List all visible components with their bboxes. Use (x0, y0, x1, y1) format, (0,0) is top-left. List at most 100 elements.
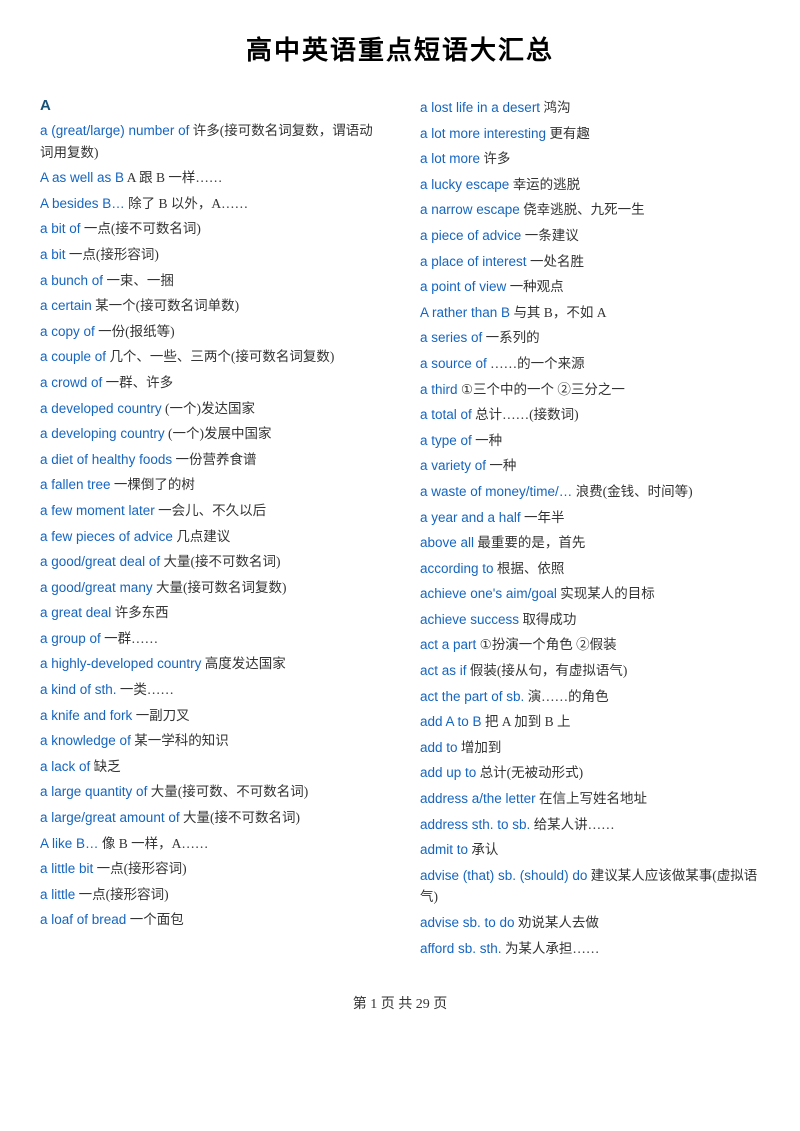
right-entry-17: above all 最重要的是，首先 (420, 532, 760, 554)
entry-en: advise (that) sb. (should) do (420, 868, 587, 883)
entry-zh: 一种观点 (510, 279, 564, 294)
right-entry-15: a waste of money/time/… 浪费(金钱、时间等) (420, 481, 760, 503)
entry-zh: 把 A 加到 B 上 (485, 714, 571, 729)
left-entry-27: A like B… 像 B 一样，A…… (40, 833, 380, 855)
left-entry-14: a few moment later 一会儿、不久以后 (40, 500, 380, 522)
entry-en: act the part of sb. (420, 689, 524, 704)
entry-en: achieve one's aim/goal (420, 586, 557, 601)
entry-zh: 一类…… (120, 682, 174, 697)
entry-zh: 几点建议 (176, 529, 230, 544)
entry-en: a group of (40, 631, 101, 646)
entry-en: address a/the letter (420, 791, 536, 806)
entry-zh: ①三个中的一个 ②三分之一 (461, 382, 625, 397)
entry-en: a large/great amount of (40, 810, 180, 825)
left-entries: a (great/large) number of 许多(接可数名词复数，谓语动… (40, 120, 380, 931)
left-entry-11: a developing country (一个)发展中国家 (40, 423, 380, 445)
entry-zh: 一点(接形容词) (97, 861, 187, 876)
entry-en: a bunch of (40, 273, 103, 288)
entry-zh: ……的一个来源 (490, 356, 585, 371)
entry-zh: 一种 (475, 433, 502, 448)
entry-en: a lot more (420, 151, 480, 166)
left-entry-28: a little bit 一点(接形容词) (40, 858, 380, 880)
entry-en: a great deal (40, 605, 111, 620)
entry-en: a good/great many (40, 580, 153, 595)
entry-zh: 最重要的是，首先 (477, 535, 585, 550)
entry-en: a lot more interesting (420, 126, 546, 141)
entry-zh: 某一学科的知识 (134, 733, 229, 748)
page: 高中英语重点短语大汇总 A a (great/large) number of … (0, 0, 800, 1131)
entry-en: a diet of healthy foods (40, 452, 172, 467)
entry-en: a kind of sth. (40, 682, 117, 697)
entry-en: A like B… (40, 836, 99, 851)
left-entry-8: a couple of 几个、一些、三两个(接可数名词复数) (40, 346, 380, 368)
left-entry-10: a developed country (一个)发达国家 (40, 398, 380, 420)
right-entry-29: admit to 承认 (420, 839, 760, 861)
left-entry-2: A besides B… 除了 B 以外，A…… (40, 193, 380, 215)
right-entry-14: a variety of 一种 (420, 455, 760, 477)
entry-zh: 一点(接不可数名词) (84, 221, 201, 236)
left-entry-1: A as well as B A 跟 B 一样…… (40, 167, 380, 189)
right-entry-13: a type of 一种 (420, 430, 760, 452)
entry-zh: 幸运的逃脱 (513, 177, 581, 192)
left-entry-0: a (great/large) number of 许多(接可数名词复数，谓语动… (40, 120, 380, 163)
entry-en: a lucky escape (420, 177, 509, 192)
left-entry-17: a good/great many 大量(接可数名词复数) (40, 577, 380, 599)
entry-en: a variety of (420, 458, 486, 473)
entry-en: add to (420, 740, 458, 755)
entry-zh: 与其 B，不如 A (513, 305, 606, 320)
entry-en: a total of (420, 407, 472, 422)
entry-en: a crowd of (40, 375, 102, 390)
left-entry-5: a bunch of 一束、一捆 (40, 270, 380, 292)
entry-en: a waste of money/time/… (420, 484, 572, 499)
entry-en: a bit (40, 247, 66, 262)
entry-zh: 像 B 一样，A…… (102, 836, 209, 851)
entry-zh: 许多 (483, 151, 510, 166)
entry-en: according to (420, 561, 494, 576)
footer: 第 1 页 共 29 页 (40, 993, 760, 1013)
entry-zh: 假装(接从句，有虚拟语气) (470, 663, 628, 678)
entry-zh: (一个)发达国家 (165, 401, 255, 416)
left-entry-7: a copy of 一份(报纸等) (40, 321, 380, 343)
left-entry-16: a good/great deal of 大量(接不可数名词) (40, 551, 380, 573)
entry-en: act as if (420, 663, 467, 678)
left-entry-4: a bit 一点(接形容词) (40, 244, 380, 266)
right-entry-22: act as if 假装(接从句，有虚拟语气) (420, 660, 760, 682)
entry-zh: 实现某人的目标 (560, 586, 655, 601)
entry-en: a copy of (40, 324, 95, 339)
entry-zh: 浪费(金钱、时间等) (576, 484, 693, 499)
entry-en: A as well as B (40, 170, 124, 185)
right-entry-6: a place of interest 一处名胜 (420, 251, 760, 273)
entry-en: a place of interest (420, 254, 527, 269)
right-entry-5: a piece of advice 一条建议 (420, 225, 760, 247)
entry-zh: ①扮演一个角色 ②假装 (480, 637, 617, 652)
entry-en: a loaf of bread (40, 912, 126, 927)
entry-en: a little bit (40, 861, 93, 876)
right-entry-20: achieve success 取得成功 (420, 609, 760, 631)
right-entry-27: address a/the letter 在信上写姓名地址 (420, 788, 760, 810)
entry-en: above all (420, 535, 474, 550)
right-entry-16: a year and a half 一年半 (420, 507, 760, 529)
entry-en: achieve success (420, 612, 519, 627)
entry-en: a few pieces of advice (40, 529, 173, 544)
left-entry-22: a knife and fork 一副刀叉 (40, 705, 380, 727)
right-entry-19: achieve one's aim/goal 实现某人的目标 (420, 583, 760, 605)
right-entry-23: act the part of sb. 演……的角色 (420, 686, 760, 708)
left-entry-24: a lack of 缺乏 (40, 756, 380, 778)
entry-zh: 大量(接不可数名词) (163, 554, 280, 569)
entry-zh: 一棵倒了的树 (114, 477, 195, 492)
right-entry-10: a source of ……的一个来源 (420, 353, 760, 375)
entry-en: a developed country (40, 401, 162, 416)
left-entry-9: a crowd of 一群、许多 (40, 372, 380, 394)
entry-en: a point of view (420, 279, 506, 294)
entry-zh: 一个面包 (130, 912, 184, 927)
entry-zh: 某一个(接可数名词单数) (95, 298, 239, 313)
right-entry-30: advise (that) sb. (should) do 建议某人应该做某事(… (420, 865, 760, 908)
entry-en: admit to (420, 842, 468, 857)
entry-en: a third (420, 382, 458, 397)
right-entry-28: address sth. to sb. 给某人讲…… (420, 814, 760, 836)
entry-zh: 大量(接可数名词复数) (156, 580, 287, 595)
entry-en: a little (40, 887, 75, 902)
entry-en: a few moment later (40, 503, 155, 518)
entry-zh: 总计(无被动形式) (480, 765, 584, 780)
entry-en: a knowledge of (40, 733, 131, 748)
